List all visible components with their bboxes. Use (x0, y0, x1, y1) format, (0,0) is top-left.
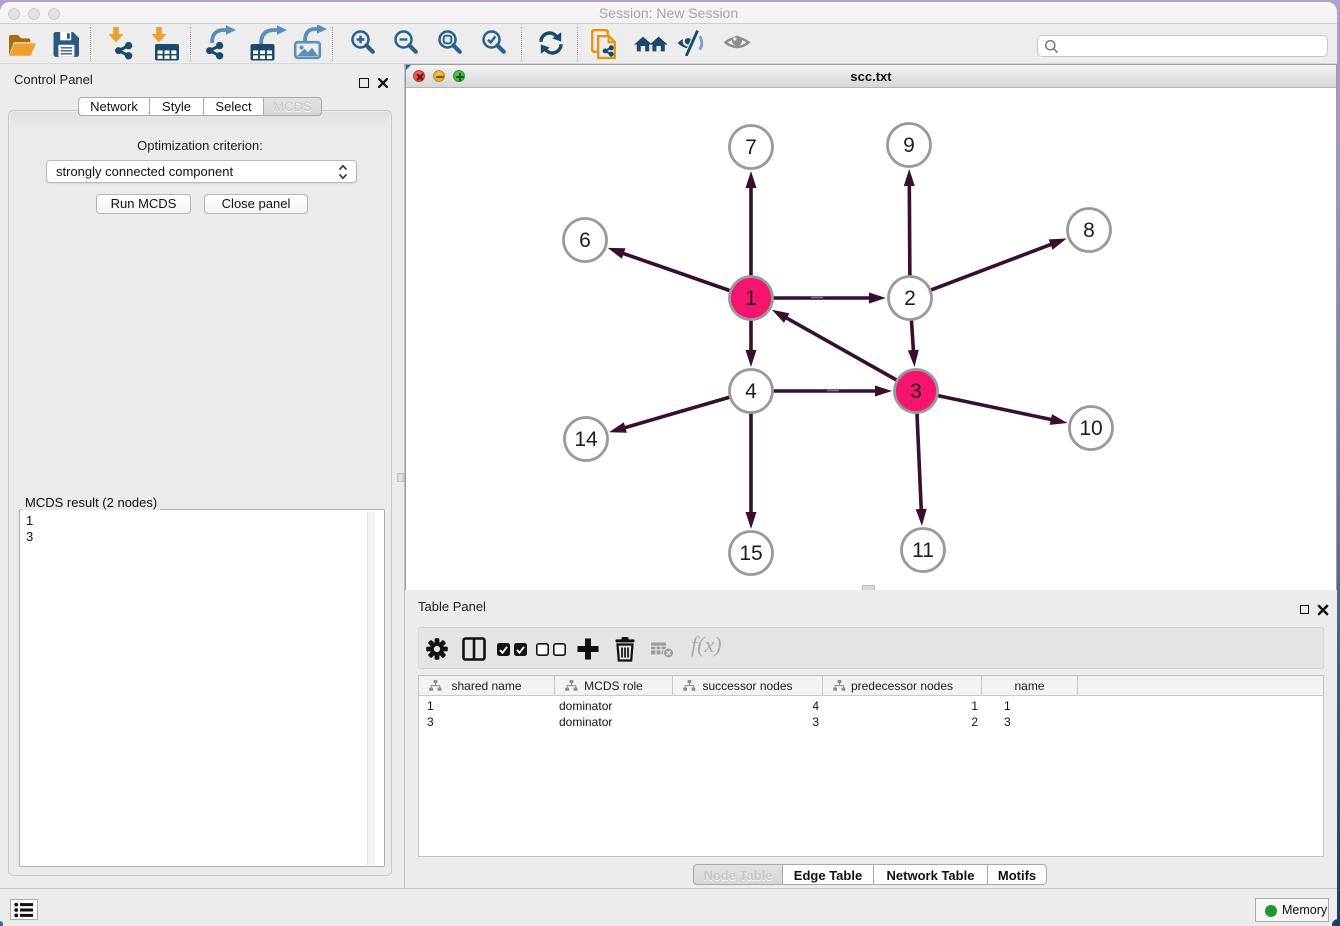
svg-text:2: 2 (904, 287, 916, 310)
svg-text:8: 8 (1083, 219, 1095, 242)
svg-text:14: 14 (574, 428, 598, 451)
svg-text:6: 6 (579, 229, 591, 252)
svg-text:9: 9 (903, 134, 915, 157)
svg-text:7: 7 (745, 136, 757, 159)
svg-text:10: 10 (1079, 417, 1102, 440)
svg-text:11: 11 (912, 539, 934, 562)
svg-text:3: 3 (910, 380, 922, 403)
svg-text:15: 15 (739, 542, 762, 565)
svg-text:1: 1 (745, 287, 757, 310)
svg-text:4: 4 (745, 380, 757, 403)
